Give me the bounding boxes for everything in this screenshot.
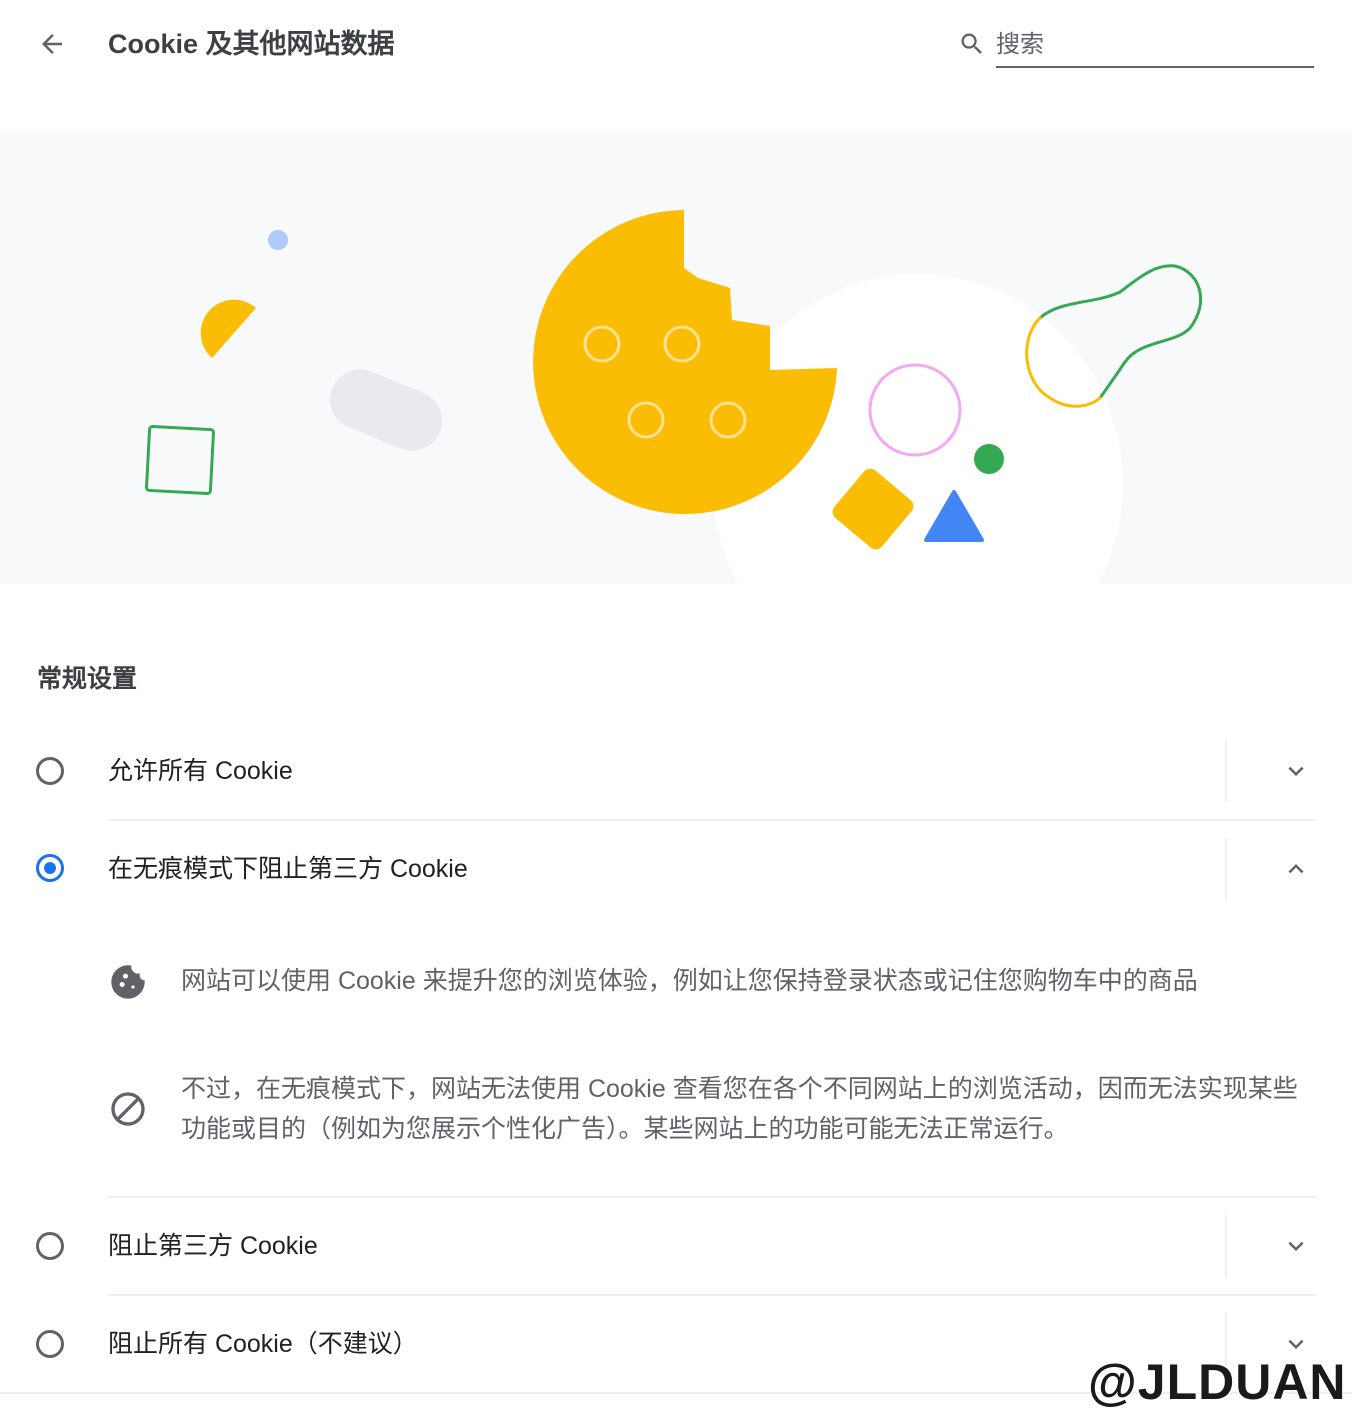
option-label: 阻止第三方 Cookie — [108, 1232, 318, 1260]
radio-button-selected[interactable] — [36, 854, 64, 882]
cookie-icon — [111, 965, 145, 999]
divider — [1225, 838, 1227, 900]
search-icon[interactable] — [958, 30, 986, 58]
option-allow-all[interactable]: 允许所有 Cookie — [0, 722, 1352, 820]
section-title: 常规设置 — [37, 665, 138, 693]
chevron-down-icon — [1288, 1241, 1304, 1251]
page-header: Cookie 及其他网站数据 — [0, 0, 1352, 90]
arrow-back-icon — [42, 34, 62, 54]
divider — [1225, 1215, 1227, 1277]
chevron-down-icon — [1288, 766, 1304, 776]
radio-button[interactable] — [36, 1232, 64, 1260]
page-title: Cookie 及其他网站数据 — [108, 29, 395, 59]
blue-dot-shape — [268, 230, 288, 250]
green-square-shape — [145, 425, 215, 495]
radio-button[interactable] — [36, 757, 64, 785]
expand-button[interactable] — [1272, 747, 1320, 795]
yellow-half-circle-shape — [200, 299, 256, 358]
option-label: 允许所有 Cookie — [108, 757, 293, 785]
grey-pill-shape — [330, 369, 442, 451]
chevron-up-icon — [1288, 864, 1304, 874]
radio-button[interactable] — [36, 1330, 64, 1358]
divider — [1225, 740, 1227, 802]
option-block-third-party[interactable]: 阻止第三方 Cookie — [0, 1197, 1352, 1295]
search-input[interactable] — [996, 26, 1314, 68]
option-block-incognito[interactable]: 在无痕模式下阻止第三方 Cookie — [0, 820, 1352, 918]
green-dot-shape — [974, 444, 1004, 474]
detail-text: 网站可以使用 Cookie 来提升您的浏览体验，例如让您保持登录状态或记住您购物… — [181, 967, 1198, 995]
collapse-button[interactable] — [1272, 845, 1320, 893]
expand-button[interactable] — [1272, 1222, 1320, 1270]
block-icon — [111, 1092, 145, 1126]
cookie-illustration — [0, 132, 1352, 584]
detail-text: 不过，在无痕模式下，网站无法使用 Cookie 查看您在各个不同网站上的浏览活动… — [181, 1075, 1298, 1143]
option-label: 在无痕模式下阻止第三方 Cookie — [108, 855, 468, 883]
option-label: 阻止所有 Cookie（不建议） — [108, 1330, 418, 1358]
back-button[interactable] — [30, 24, 74, 64]
search-box — [950, 22, 1316, 70]
watermark: @JLDUAN — [1087, 1353, 1347, 1411]
